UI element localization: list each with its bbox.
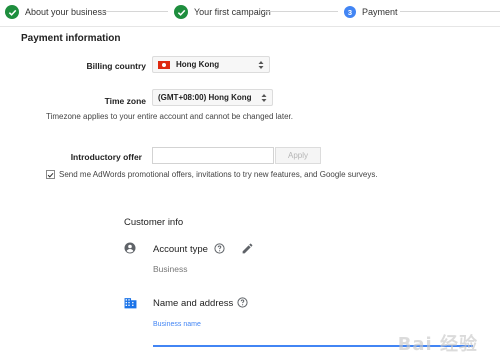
apply-button[interactable]: Apply [275, 147, 321, 164]
checkmark-icon [47, 172, 54, 178]
select-arrows-icon [258, 61, 264, 69]
introductory-offer-label: Introductory offer [70, 152, 142, 162]
introductory-offer-input[interactable] [152, 147, 274, 164]
promo-checkbox-label: Send me AdWords promotional offers, invi… [59, 170, 378, 179]
customer-info-title: Customer info [124, 217, 184, 228]
progress-stepper: About your business Your first campaign … [0, 0, 500, 27]
check-circle-icon [5, 5, 19, 19]
account-type-label: Account type [153, 244, 208, 255]
promo-checkbox[interactable] [46, 170, 55, 179]
hong-kong-flag-icon [158, 60, 170, 69]
step-connector [100, 11, 168, 12]
timezone-select[interactable]: (GMT+08:00) Hong Kong [152, 89, 273, 106]
timezone-label: Time zone [104, 96, 146, 106]
step-number-badge: 3 [344, 6, 356, 18]
baidu-watermark: Bai 经验 [397, 334, 478, 355]
business-name-field-label: Business name [153, 321, 201, 328]
account-type-value: Business [153, 264, 188, 274]
step-label: About your business [25, 7, 107, 17]
business-building-icon [124, 298, 137, 309]
step-label: Your first campaign [194, 7, 271, 17]
select-arrows-icon [261, 94, 267, 102]
check-circle-icon [174, 5, 188, 19]
billing-country-value: Hong Kong [176, 60, 220, 69]
step-payment[interactable]: 3 Payment [344, 4, 398, 20]
timezone-value: (GMT+08:00) Hong Kong [158, 93, 252, 102]
step-connector [400, 11, 500, 12]
promo-checkbox-row[interactable]: Send me AdWords promotional offers, invi… [46, 170, 378, 179]
timezone-note: Timezone applies to your entire account … [46, 112, 293, 121]
payment-information-title: Payment information [21, 33, 121, 44]
help-icon[interactable] [237, 297, 248, 308]
billing-country-select[interactable]: Hong Kong [152, 56, 270, 73]
step-first-campaign[interactable]: Your first campaign [174, 4, 271, 20]
account-circle-icon [124, 242, 136, 254]
step-connector [263, 11, 338, 12]
step-about-business[interactable]: About your business [5, 4, 107, 20]
step-label: Payment [362, 7, 398, 17]
help-icon[interactable] [214, 243, 225, 254]
name-and-address-label: Name and address [153, 298, 234, 309]
edit-pencil-icon[interactable] [241, 242, 254, 255]
billing-country-label: Billing country [86, 61, 147, 71]
